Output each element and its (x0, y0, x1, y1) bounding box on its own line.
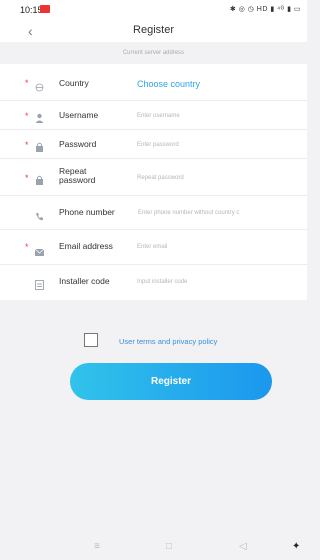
required-mark: * (25, 140, 29, 150)
accessibility-icon[interactable]: ✦ (292, 541, 300, 552)
row-repeat-password: * Repeat password Repeat password (0, 159, 307, 196)
lock-icon (35, 172, 44, 190)
required-mark: * (25, 173, 29, 183)
terms-checkbox[interactable] (84, 333, 98, 347)
system-nav-bar: ≡ □ ◁ ✦ (0, 538, 307, 560)
app-header: ‹ Register (0, 20, 307, 42)
installer-code-input[interactable]: Input installer code (137, 279, 187, 285)
user-icon (35, 110, 44, 128)
password-label: Password (59, 139, 97, 149)
required-mark: * (25, 242, 29, 252)
email-input[interactable]: Enter email (137, 244, 167, 250)
registration-form: * Country Choose country * Username Ente… (0, 64, 307, 300)
status-bar: 10:15 ✱ ◎ ◷ HD ▮ ⁴ᴳ ▮ ▭ (0, 0, 307, 20)
choose-country-link[interactable]: Choose country (137, 79, 200, 89)
notification-icon (40, 5, 50, 13)
row-username: * Username Enter username (0, 101, 307, 130)
home-icon[interactable]: □ (166, 541, 172, 552)
page-title: Register (133, 24, 174, 36)
row-email: * Email address Enter email (0, 230, 307, 265)
server-address-label[interactable]: Current server address (0, 50, 307, 56)
row-country[interactable]: * Country Choose country (0, 64, 307, 101)
password-input[interactable]: Enter password (137, 142, 179, 148)
phone-icon (35, 208, 44, 226)
required-mark: * (25, 78, 29, 88)
mail-icon (34, 243, 45, 261)
row-phone: Phone number Enter phone number without … (0, 196, 307, 230)
username-label: Username (59, 110, 99, 120)
id-card-icon (35, 277, 44, 295)
repeat-password-label: Repeat password (59, 166, 96, 185)
country-label: Country (59, 78, 89, 88)
back-icon[interactable]: ◁ (239, 541, 247, 552)
repeat-password-input[interactable]: Repeat password (137, 175, 184, 181)
phone-input[interactable]: Enter phone number without country c (138, 210, 239, 216)
installer-code-label: Installer code (59, 276, 110, 286)
username-input[interactable]: Enter username (137, 113, 180, 119)
lock-icon (35, 139, 44, 157)
globe-icon (35, 79, 44, 97)
phone-label: Phone number (59, 207, 115, 217)
system-status-icons: ✱ ◎ ◷ HD ▮ ⁴ᴳ ▮ ▭ (229, 6, 301, 13)
terms-link[interactable]: User terms and privacy policy (119, 337, 217, 346)
row-password: * Password Enter password (0, 130, 307, 159)
required-mark: * (25, 111, 29, 121)
row-installer-code: Installer code Input installer code (0, 265, 307, 299)
register-button[interactable]: Register (70, 363, 272, 400)
menu-icon[interactable]: ≡ (94, 541, 100, 552)
email-label: Email address (59, 241, 113, 251)
